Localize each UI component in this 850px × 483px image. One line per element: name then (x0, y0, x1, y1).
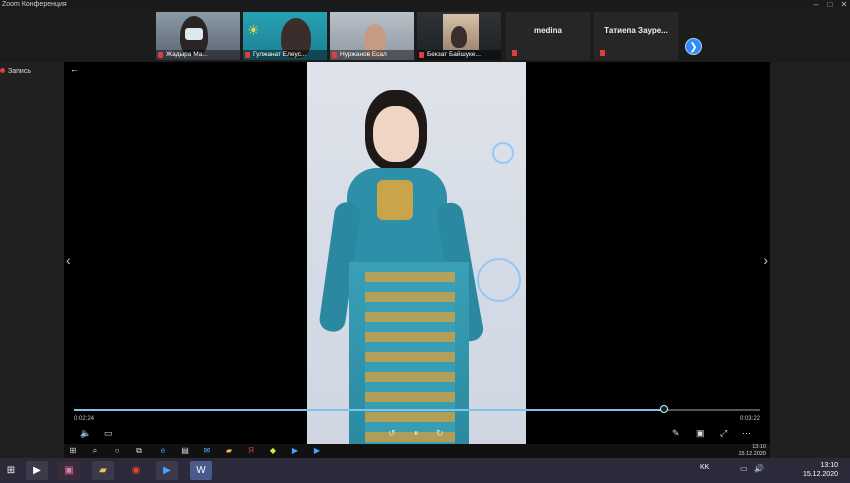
participant-name: Нуржанов Есал (340, 51, 387, 58)
minimize-icon[interactable]: – (810, 0, 822, 10)
participant-tile[interactable]: medina (506, 12, 590, 60)
next-arrow-icon[interactable]: › (763, 252, 768, 268)
back-arrow-icon[interactable]: ← (70, 64, 79, 74)
participant-tile[interactable]: Жадыра Ма... (156, 12, 240, 60)
app-icon[interactable]: ▣ (58, 461, 80, 480)
mic-muted-icon (419, 52, 424, 58)
network-icon[interactable]: ▭ (740, 464, 748, 473)
mic-muted-icon (245, 52, 250, 58)
participant-tile[interactable]: ☀ Гулжанат Елеус... (243, 12, 327, 60)
participant-name: medina (533, 26, 562, 35)
bubble-effect (492, 142, 514, 164)
app-icon[interactable]: ◆ (268, 446, 278, 456)
folder-icon[interactable]: ▰ (224, 446, 234, 456)
chrome-icon[interactable]: ◉ (125, 461, 147, 480)
maximize-icon[interactable]: □ (824, 0, 836, 10)
dress-ornament (377, 180, 413, 220)
clock-date: 15.12.2020 (802, 471, 838, 478)
store-icon[interactable]: ▤ (180, 446, 190, 456)
yandex-icon[interactable]: Я (246, 446, 256, 456)
word-icon[interactable]: W (190, 461, 212, 480)
volume-tray-icon[interactable]: 🔊 (754, 464, 764, 473)
zoom-taskbar-icon[interactable]: ▶ (156, 461, 178, 480)
inner-clock: 13:10 15.12.2020 (738, 444, 766, 458)
task-view-icon[interactable]: ⧉ (134, 446, 144, 456)
previous-arrow-icon[interactable]: ‹ (66, 252, 71, 268)
window-title: Zoom Конференция (2, 1, 67, 8)
participant-tile[interactable]: Татиепа Зауре... (594, 12, 678, 60)
inner-clock-date: 15.12.2020 (738, 451, 766, 457)
windows-taskbar: ⊞ ▶ ▣ ▰ ◉ ▶ W KK ▭ 🔊 13:10 15.12.2020 (0, 458, 850, 483)
participant-name: Жадыра Ма... (166, 51, 208, 58)
participant-tile[interactable]: Нуржанов Есал (330, 12, 414, 60)
mic-muted-icon (332, 52, 337, 58)
progress-fill (74, 409, 664, 411)
windows-start-icon[interactable]: ⊞ (68, 446, 78, 456)
clock-time: 13:10 (820, 462, 838, 469)
cortana-icon[interactable]: ○ (112, 446, 122, 456)
rewind-icon[interactable]: ↺ (388, 428, 396, 439)
expand-icon[interactable]: ⤢ (720, 428, 727, 439)
zoom-window: Zoom Конференция – □ ✕ Жадыра Ма... ☀ Гу… (0, 0, 850, 458)
bubble-effect (477, 258, 521, 302)
participant-figure (451, 26, 467, 48)
more-icon[interactable]: ⋯ (742, 428, 751, 439)
inner-clock-time: 13:10 (752, 444, 766, 450)
mask (185, 28, 203, 40)
volume-icon[interactable]: 🔈 (80, 428, 91, 439)
mic-muted-icon (158, 52, 163, 58)
system-clock[interactable]: 13:10 15.12.2020 (803, 461, 838, 479)
mail-icon[interactable]: ✉ (202, 446, 212, 456)
next-participants-button[interactable]: ❯ (685, 38, 702, 55)
subtitles-icon[interactable]: ▭ (104, 428, 113, 439)
mic-muted-icon (512, 50, 517, 56)
face (373, 106, 419, 162)
participant-strip: Жадыра Ма... ☀ Гулжанат Елеус... Нуржано… (0, 10, 850, 62)
title-bar: Zoom Конференция – □ ✕ (0, 0, 850, 10)
screen-icon[interactable]: ▣ (696, 428, 705, 439)
search-icon[interactable]: ⌕ (90, 446, 100, 456)
player-controls: 0:02:24 0:03:22 🔈 ▭ ↺ ⏸ ↻ ✎ ▣ ⤢ ⋯ (64, 402, 770, 444)
record-icon (0, 68, 5, 73)
pen-icon[interactable]: ✎ (672, 428, 680, 439)
file-explorer-icon[interactable]: ▰ (92, 461, 114, 480)
shared-screen: ← ‹ › 0:02:24 0:03:22 🔈 ▭ ↺ ⏸ ↻ ✎ ▣ ⤢ ⋯ (64, 62, 770, 444)
language-indicator[interactable]: KK (700, 464, 709, 471)
participant-tile[interactable]: Бекзат Байшукe... (417, 12, 501, 60)
start-button-icon[interactable]: ⊞ (0, 461, 22, 480)
recording-indicator[interactable]: Запись (0, 68, 31, 75)
current-time: 0:02:24 (74, 416, 95, 422)
edge-icon[interactable]: e (158, 446, 168, 456)
total-time: 0:03:22 (739, 416, 760, 422)
pause-icon[interactable]: ⏸ (414, 428, 419, 439)
inner-taskbar: ⊞ ⌕ ○ ⧉ e ▤ ✉ ▰ Я ◆ ▶ ▶ 13:10 15.12.2020 (64, 444, 770, 458)
mic-muted-icon (600, 50, 605, 56)
flag-sun-icon: ☀ (247, 22, 260, 38)
zoom-icon[interactable]: ▶ (290, 446, 300, 456)
forward-icon[interactable]: ↻ (436, 428, 444, 439)
participant-name: Гулжанат Елеус... (253, 51, 307, 58)
participant-name: Бекзат Байшукe... (427, 51, 481, 58)
media-icon[interactable]: ▶ (312, 446, 322, 456)
participant-name: Татиепа Зауре... (604, 26, 668, 35)
progress-thumb[interactable] (659, 405, 668, 413)
recording-label: Запись (8, 68, 31, 75)
progress-bar[interactable] (74, 405, 760, 413)
media-player-icon[interactable]: ▶ (26, 461, 48, 480)
close-icon[interactable]: ✕ (838, 0, 850, 10)
video-frame (307, 62, 526, 444)
